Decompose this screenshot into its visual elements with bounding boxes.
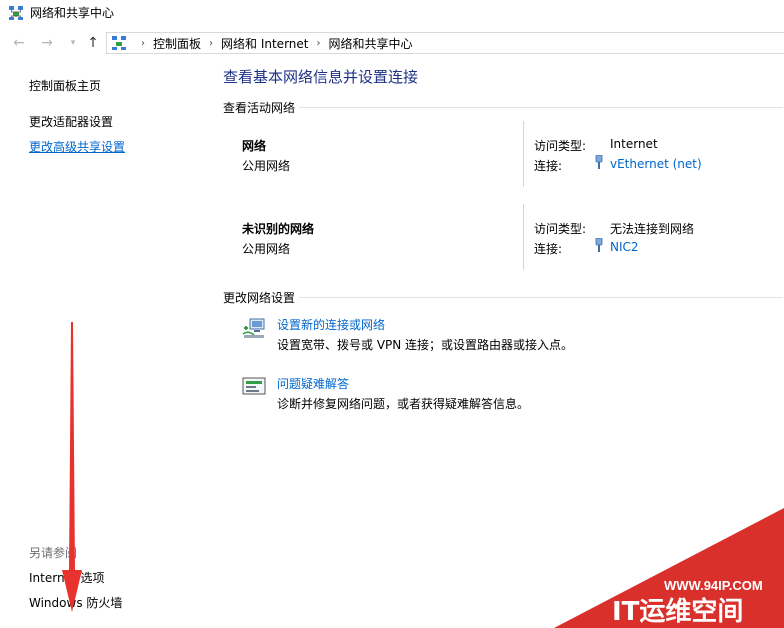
navigation-bar: ← → ▾ ↑ › 控制面板 › 网络和 Internet › 网络和共享中心 [0, 30, 784, 56]
breadcrumb-separator-icon: › [209, 37, 214, 49]
watermark-name: IT运维空间 [612, 596, 743, 627]
sidebar-link-control-panel-home[interactable]: 控制面板主页 [29, 77, 101, 94]
breadcrumb-control-panel[interactable]: 控制面板 [153, 35, 201, 52]
task-new-connection: 设置新的连接或网络 设置宽带、拨号或 VPN 连接；或设置路由器或接入点。 [242, 316, 782, 360]
connection-label: 连接: [534, 242, 563, 256]
breadcrumb-separator-icon: › [316, 37, 321, 49]
breadcrumb-network-sharing-center[interactable]: 网络和共享中心 [328, 35, 412, 52]
breadcrumb-separator-icon: › [141, 37, 145, 49]
network-type: 公用网络 [242, 159, 291, 173]
connection-link-vethernet[interactable]: vEthernet (net) [610, 157, 702, 171]
section-divider [299, 297, 783, 298]
access-type-label: 访问类型: [534, 222, 587, 236]
access-type-value: Internet [610, 137, 658, 151]
change-settings-heading: 更改网络设置 [223, 289, 783, 306]
task-title-link[interactable]: 设置新的连接或网络 [277, 316, 385, 333]
sidebar: 控制面板主页 更改适配器设置 更改高级共享设置 另请参阅 Internet 选项… [0, 60, 210, 628]
network-center-icon [9, 6, 23, 20]
page-title: 查看基本网络信息并设置连接 [223, 68, 419, 86]
connection-label: 连接: [534, 159, 563, 173]
active-networks-heading-text: 查看活动网络 [223, 101, 296, 115]
sidebar-link-advanced-sharing-settings[interactable]: 更改高级共享设置 [29, 138, 125, 155]
watermark-logo: WWW.94IP.COM IT运维空间 [554, 508, 784, 628]
task-description: 诊断并修复网络问题，或者获得疑难解答信息。 [277, 397, 530, 411]
annotation-arrow-icon [62, 322, 82, 612]
access-type-label: 访问类型: [534, 139, 587, 153]
column-divider [523, 204, 524, 270]
network-entry: 网络 公用网络 访问类型: Internet 连接: vEthernet (ne… [222, 121, 784, 203]
up-arrow-icon[interactable]: ↑ [84, 34, 102, 52]
section-divider [299, 107, 783, 108]
title-bar: 网络和共享中心 [0, 0, 784, 26]
column-divider [523, 121, 524, 187]
network-name: 网络 [242, 139, 267, 153]
troubleshoot-icon [242, 377, 266, 395]
task-description: 设置宽带、拨号或 VPN 连接；或设置路由器或接入点。 [277, 338, 574, 352]
task-title-link[interactable]: 问题疑难解答 [277, 375, 349, 392]
network-entry: 未识别的网络 公用网络 访问类型: 无法连接到网络 连接: NIC2 [222, 204, 784, 286]
control-panel-icon [112, 36, 126, 50]
watermark-url: WWW.94IP.COM [664, 578, 763, 593]
network-name: 未识别的网络 [242, 222, 315, 236]
window-title: 网络和共享中心 [30, 6, 115, 20]
breadcrumb-network-internet[interactable]: 网络和 Internet [221, 35, 308, 52]
connection-link-nic2[interactable]: NIC2 [610, 240, 639, 254]
change-settings-heading-text: 更改网络设置 [223, 291, 296, 305]
network-type: 公用网络 [242, 242, 291, 256]
back-arrow-icon[interactable]: ← [10, 34, 28, 52]
sidebar-link-change-adapter-settings[interactable]: 更改适配器设置 [29, 113, 113, 130]
forward-arrow-icon[interactable]: → [38, 34, 56, 52]
recent-locations-chevron-icon[interactable]: ▾ [64, 34, 82, 52]
new-connection-icon [242, 318, 265, 338]
access-type-value: 无法连接到网络 [610, 222, 695, 236]
plug-icon [595, 155, 603, 169]
plug-icon [595, 238, 603, 252]
active-networks-heading: 查看活动网络 [223, 99, 783, 116]
address-bar[interactable]: › 控制面板 › 网络和 Internet › 网络和共享中心 [106, 32, 784, 54]
task-troubleshoot: 问题疑难解答 诊断并修复网络问题，或者获得疑难解答信息。 [242, 375, 782, 419]
